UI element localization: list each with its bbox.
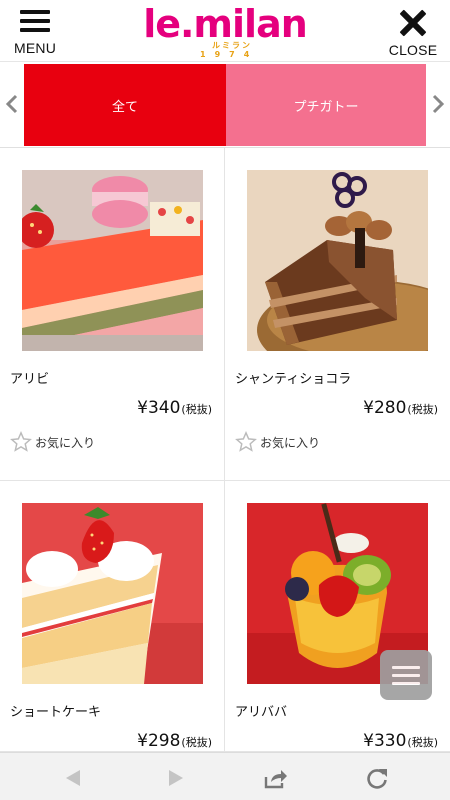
- product-card[interactable]: ショートケーキ ¥298(税抜): [0, 481, 225, 752]
- tax-note: (税抜): [181, 403, 212, 416]
- browser-back-button[interactable]: [60, 765, 86, 791]
- product-price: ¥298(税抜): [137, 731, 212, 751]
- tax-note: (税抜): [407, 403, 438, 416]
- logo-year: 1974: [200, 50, 259, 59]
- close-button[interactable]: CLOSE: [386, 8, 440, 58]
- price-value: ¥340: [137, 398, 181, 418]
- close-label: CLOSE: [388, 42, 438, 58]
- page: MENU le.milan ルミラン 1974 CLOSE 全て プチガトー ア…: [0, 0, 450, 800]
- product-image-chantilly-chocolat[interactable]: [247, 170, 428, 351]
- favorite-label: お気に入り: [260, 435, 321, 450]
- product-card[interactable]: シャンティショコラ ¥280(税抜) お気に入り: [225, 148, 450, 481]
- close-icon: [400, 10, 426, 36]
- product-name[interactable]: シャンティショコラ: [235, 368, 351, 387]
- favorite-button[interactable]: お気に入り: [235, 431, 320, 453]
- product-name[interactable]: アリビ: [10, 368, 49, 387]
- tabs-prev-button[interactable]: [2, 92, 22, 116]
- product-price: ¥340(税抜): [137, 398, 212, 418]
- site-logo[interactable]: le.milan ルミラン 1974: [120, 2, 330, 59]
- tax-note: (税抜): [407, 736, 438, 749]
- product-image-shortcake[interactable]: [22, 503, 203, 684]
- site-header: MENU le.milan ルミラン 1974 CLOSE: [0, 0, 450, 62]
- share-icon: [264, 770, 287, 789]
- triangle-right-icon: [169, 770, 183, 786]
- favorite-label: お気に入り: [35, 435, 96, 450]
- browser-share-button[interactable]: [262, 765, 288, 791]
- tax-note: (税抜): [181, 736, 212, 749]
- menu-label: MENU: [13, 40, 57, 56]
- tab-all[interactable]: 全て: [24, 64, 226, 146]
- chevron-right-icon: [432, 94, 445, 114]
- price-value: ¥280: [363, 398, 407, 418]
- tab-label: プチガトー: [293, 99, 359, 115]
- product-name[interactable]: アリババ: [235, 701, 287, 720]
- browser-forward-button[interactable]: [163, 765, 189, 791]
- hamburger-icon: [20, 10, 50, 34]
- logo-text: le.milan: [143, 2, 308, 46]
- floating-menu-button[interactable]: [380, 650, 432, 700]
- triangle-left-icon: [66, 770, 80, 786]
- category-tabs: 全て プチガトー: [0, 62, 450, 148]
- price-value: ¥298: [137, 731, 181, 751]
- chevron-left-icon: [5, 94, 18, 114]
- product-card[interactable]: アリビ ¥340(税抜) お気に入り: [0, 148, 225, 481]
- product-price: ¥280(税抜): [363, 398, 438, 418]
- price-value: ¥330: [363, 731, 407, 751]
- product-price: ¥330(税抜): [363, 731, 438, 751]
- product-card[interactable]: アリババ ¥330(税抜): [225, 481, 450, 752]
- tab-label: 全て: [111, 99, 138, 115]
- tabs-next-button[interactable]: [428, 92, 448, 116]
- menu-button[interactable]: MENU: [12, 8, 58, 56]
- product-name[interactable]: ショートケーキ: [10, 701, 101, 720]
- star-outline-icon: [10, 431, 32, 452]
- product-image-alibi[interactable]: [22, 170, 203, 351]
- star-outline-icon: [235, 431, 257, 452]
- hamburger-icon: [392, 666, 420, 669]
- reload-icon: [367, 769, 387, 789]
- tab-petit-gateau[interactable]: プチガトー: [226, 64, 426, 146]
- favorite-button[interactable]: お気に入り: [10, 431, 95, 453]
- browser-toolbar: [0, 752, 450, 800]
- browser-reload-button[interactable]: [364, 765, 390, 791]
